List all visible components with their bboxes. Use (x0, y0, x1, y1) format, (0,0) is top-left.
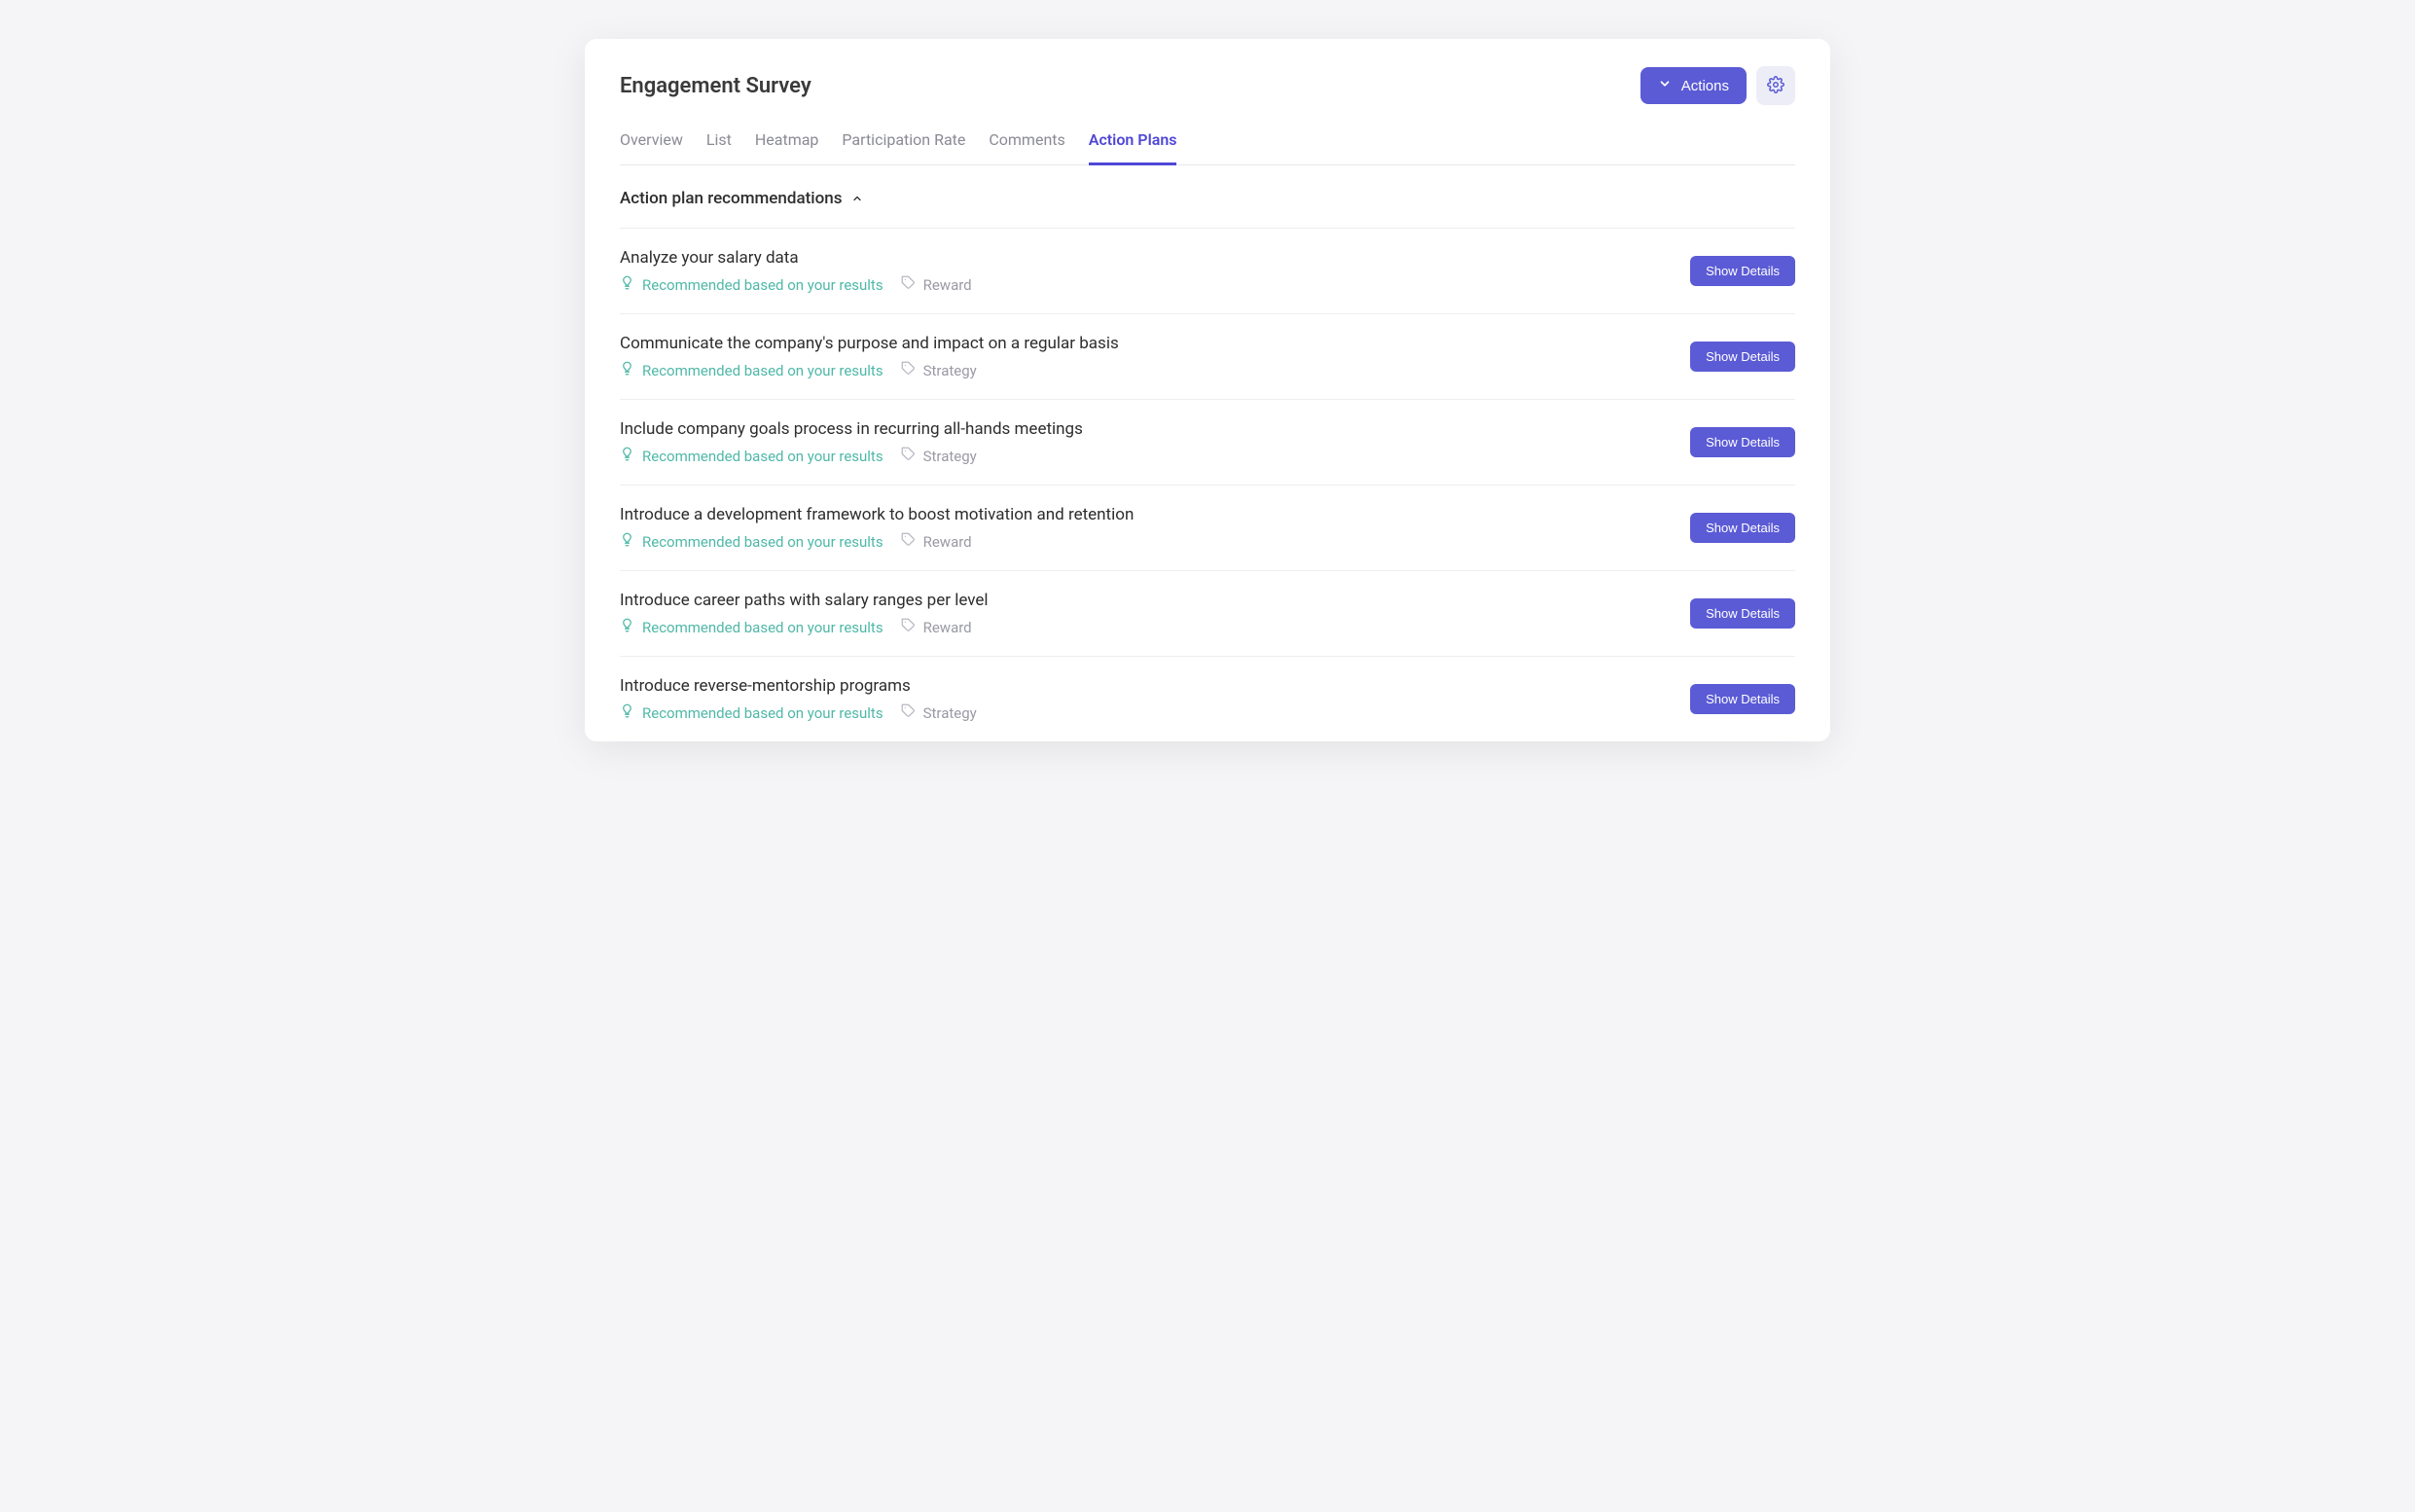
recommendation-category: Reward (923, 276, 972, 294)
page-title: Engagement Survey (620, 74, 811, 98)
recommendation-content: Introduce career paths with salary range… (620, 591, 1690, 636)
recommendation-title: Introduce reverse-mentorship programs (620, 676, 1690, 696)
tab-heatmap[interactable]: Heatmap (755, 123, 819, 165)
header-actions: Actions (1640, 66, 1795, 105)
recommendation-content: Analyze your salary data Recommended base… (620, 248, 1690, 294)
tab-comments[interactable]: Comments (989, 123, 1064, 165)
tab-action-plans[interactable]: Action Plans (1089, 123, 1177, 165)
tab-overview[interactable]: Overview (620, 123, 683, 165)
show-details-button[interactable]: Show Details (1690, 598, 1795, 629)
recommendation-item: Introduce reverse-mentorship programs Rec… (620, 657, 1795, 741)
tag-icon (891, 361, 916, 379)
tag-icon (891, 618, 916, 636)
recommendation-category: Reward (923, 619, 972, 636)
recommendation-basis: Recommended based on your results (642, 704, 883, 722)
show-details-button[interactable]: Show Details (1690, 513, 1795, 543)
tag-icon (891, 703, 916, 722)
recommendation-category: Strategy (923, 448, 977, 465)
show-details-button[interactable]: Show Details (1690, 427, 1795, 457)
recommendation-title: Introduce a development framework to boo… (620, 505, 1690, 524)
recommendation-content: Communicate the company's purpose and im… (620, 334, 1690, 379)
actions-button[interactable]: Actions (1640, 67, 1747, 104)
recommendation-title: Introduce career paths with salary range… (620, 591, 1690, 610)
settings-button[interactable] (1756, 66, 1795, 105)
actions-button-label: Actions (1681, 78, 1729, 94)
show-details-button[interactable]: Show Details (1690, 684, 1795, 714)
recommendation-meta: Recommended based on your results Reward (620, 275, 1690, 294)
recommendation-content: Include company goals process in recurri… (620, 419, 1690, 465)
section-title: Action plan recommendations (620, 189, 842, 208)
recommendation-item: Analyze your salary data Recommended base… (620, 229, 1795, 314)
recommendation-category: Strategy (923, 362, 977, 379)
lightbulb-icon (620, 361, 634, 379)
tab-list[interactable]: List (706, 123, 732, 165)
tag-icon (891, 447, 916, 465)
recommendation-content: Introduce reverse-mentorship programs Rec… (620, 676, 1690, 722)
lightbulb-icon (620, 532, 634, 551)
show-details-button[interactable]: Show Details (1690, 342, 1795, 372)
header: Engagement Survey Actions (620, 66, 1795, 105)
lightbulb-icon (620, 618, 634, 636)
lightbulb-icon (620, 703, 634, 722)
recommendation-list: Analyze your salary data Recommended base… (620, 229, 1795, 741)
recommendation-basis: Recommended based on your results (642, 276, 883, 294)
recommendation-basis: Recommended based on your results (642, 533, 883, 551)
recommendation-meta: Recommended based on your results Reward (620, 532, 1690, 551)
lightbulb-icon (620, 447, 634, 465)
recommendation-item: Communicate the company's purpose and im… (620, 314, 1795, 400)
chevron-down-icon (1658, 77, 1672, 94)
recommendation-item: Introduce a development framework to boo… (620, 486, 1795, 571)
lightbulb-icon (620, 275, 634, 294)
recommendation-category: Reward (923, 533, 972, 551)
recommendation-item: Include company goals process in recurri… (620, 400, 1795, 486)
tag-icon (891, 532, 916, 551)
recommendation-meta: Recommended based on your results Strateg… (620, 447, 1690, 465)
recommendation-category: Strategy (923, 704, 977, 722)
show-details-button[interactable]: Show Details (1690, 256, 1795, 286)
recommendation-basis: Recommended based on your results (642, 448, 883, 465)
chevron-up-icon (851, 190, 863, 208)
survey-card: Engagement Survey Actions Overview List He… (585, 39, 1830, 741)
tag-icon (891, 275, 916, 294)
tab-participation-rate[interactable]: Participation Rate (842, 123, 965, 165)
recommendation-title: Analyze your salary data (620, 248, 1690, 268)
recommendation-basis: Recommended based on your results (642, 619, 883, 636)
gear-icon (1767, 76, 1784, 96)
recommendation-item: Introduce career paths with salary range… (620, 571, 1795, 657)
tabs: Overview List Heatmap Participation Rate Com… (620, 123, 1795, 165)
section-toggle[interactable]: Action plan recommendations (620, 165, 1795, 229)
recommendation-meta: Recommended based on your results Reward (620, 618, 1690, 636)
recommendation-meta: Recommended based on your results Strateg… (620, 361, 1690, 379)
recommendation-meta: Recommended based on your results Strateg… (620, 703, 1690, 722)
recommendation-content: Introduce a development framework to boo… (620, 505, 1690, 551)
recommendation-title: Communicate the company's purpose and im… (620, 334, 1690, 353)
recommendation-basis: Recommended based on your results (642, 362, 883, 379)
recommendation-title: Include company goals process in recurri… (620, 419, 1690, 439)
